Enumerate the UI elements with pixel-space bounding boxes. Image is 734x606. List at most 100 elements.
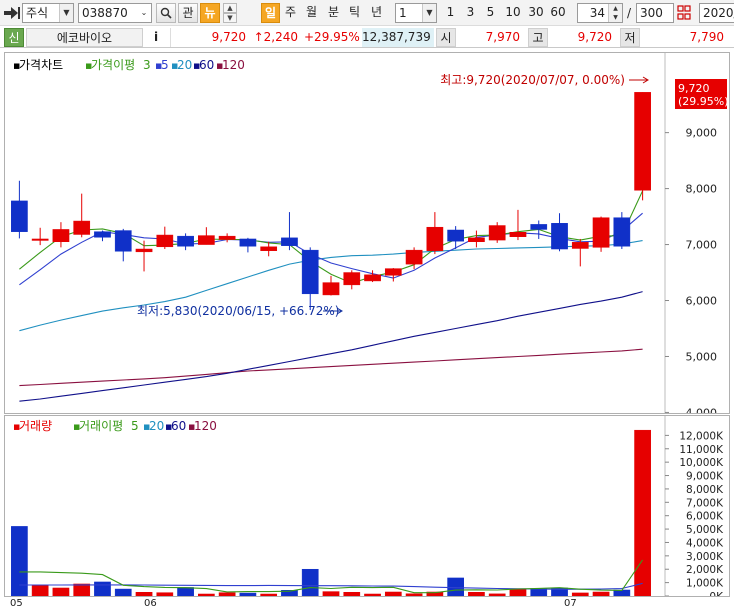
current-price: 9,720 xyxy=(170,28,252,47)
low-annotation: 최저:5,830(2020/06/15, +66.72%) xyxy=(137,304,339,318)
count-spin-icon[interactable]: ▲ ▼ xyxy=(608,4,622,22)
volume-bar xyxy=(364,593,381,597)
high-price: 9,720 xyxy=(577,30,612,44)
volume-bar xyxy=(260,593,278,597)
candle-body xyxy=(135,248,153,253)
display-count-value: 34 xyxy=(589,6,605,20)
volume-tick-label: 6,000K xyxy=(686,511,724,523)
candle-body xyxy=(260,246,278,251)
candle-body xyxy=(551,223,568,250)
open-label: 시 xyxy=(436,28,456,47)
candle-body xyxy=(426,226,444,251)
high-annotation: 최고:9,720(2020/07/07, 0.00%) xyxy=(440,73,625,87)
search-button[interactable] xyxy=(156,3,176,23)
volume-bar xyxy=(177,587,194,597)
price-chart[interactable]: 4,000 5,000 6,000 7,000 8,000 9,000 ▪ 가격차트 ▪ … xyxy=(5,53,729,419)
volume-tick-label: 2,000K xyxy=(686,564,724,576)
period-week[interactable]: 주 xyxy=(281,3,300,23)
volume-bar xyxy=(135,592,153,597)
legend-ma20: 20 xyxy=(177,58,192,72)
interval-30[interactable]: 30 xyxy=(525,3,547,23)
stock-name[interactable]: 에코바이오 xyxy=(26,28,143,47)
candle-body xyxy=(384,268,402,276)
volume-bar xyxy=(156,592,174,597)
display-count-input[interactable]: 34 ▲ ▼ xyxy=(577,3,623,23)
candle-body xyxy=(322,282,340,296)
interval-5[interactable]: 5 xyxy=(482,3,499,23)
volume-bar xyxy=(405,593,423,597)
legend-ma120: 120 xyxy=(222,58,245,72)
volume-vol-ma5-line xyxy=(19,559,644,594)
info-icon[interactable]: i xyxy=(146,28,166,47)
interval-1[interactable]: 1 xyxy=(442,3,459,23)
candle-body xyxy=(31,238,49,241)
current-price-badge: 9,720 (29.95%) xyxy=(675,79,729,109)
stock-code-input[interactable]: 038870 ⌄ xyxy=(78,3,152,23)
candle-body xyxy=(114,230,132,252)
chevron-down-icon[interactable]: ⌄ xyxy=(137,4,151,22)
volume-bar xyxy=(11,526,28,597)
interval-select[interactable]: 1 ▼ xyxy=(395,3,437,23)
volume-bar xyxy=(114,588,132,597)
news-button[interactable]: 뉴 xyxy=(200,3,220,23)
volume-bar xyxy=(384,591,402,597)
period-year[interactable]: 년 xyxy=(367,3,386,23)
period-month[interactable]: 월 xyxy=(302,3,321,23)
scroll-up-icon[interactable]: ▲ xyxy=(223,3,237,13)
legend-vol-ma120: 120 xyxy=(194,419,217,433)
interval-10[interactable]: 10 xyxy=(502,3,524,23)
market-select[interactable]: 주식 ▼ xyxy=(22,3,74,23)
volume-bar xyxy=(571,592,589,597)
legend-volume-ma: 거래이평 xyxy=(79,419,123,433)
chevron-down-icon[interactable]: ▼ xyxy=(59,4,73,22)
price-tick-label: 6,000 xyxy=(686,295,718,308)
chevron-down-icon[interactable]: ▼ xyxy=(422,4,436,22)
open-price: 7,970 xyxy=(485,30,520,44)
period-day[interactable]: 일 xyxy=(261,3,280,23)
interest-button[interactable]: 관 xyxy=(178,3,198,23)
candle-body xyxy=(94,231,111,238)
scroll-down-icon[interactable]: ▼ xyxy=(223,13,237,23)
volume-tick-label: 3,000K xyxy=(686,551,724,563)
price-ma120-line xyxy=(19,348,643,387)
stock-code-value: 038870 xyxy=(82,6,128,20)
interval-60[interactable]: 60 xyxy=(547,3,569,23)
zoom-toggle-icon[interactable] xyxy=(677,5,691,21)
volume-tick-label: 9,000K xyxy=(686,471,724,483)
volume-tick-label: 7,000K xyxy=(686,497,724,509)
x-tick-label: 06 xyxy=(144,598,157,606)
candle-body xyxy=(530,224,548,230)
volume-bar xyxy=(198,593,215,597)
period-tick[interactable]: 틱 xyxy=(345,3,364,23)
period-minute[interactable]: 분 xyxy=(324,3,343,23)
volume-bar xyxy=(239,592,257,597)
low-price: 7,790 xyxy=(689,30,724,44)
volume-chart-pane[interactable]: 0K1,000K 2,000K3,000K 4,000K5,000K6,000K 7,… xyxy=(4,415,730,603)
volume-bar xyxy=(488,593,506,597)
volume-tick-label: 1,000K xyxy=(686,578,724,590)
volume-bar xyxy=(634,429,651,597)
price-change: ↑2,240 xyxy=(253,30,298,44)
candle-body xyxy=(447,229,464,242)
candle-body xyxy=(509,231,527,237)
date-input[interactable]: 2020/ xyxy=(699,3,734,23)
volume-tick-label: 10,000K xyxy=(679,457,724,469)
candle-body xyxy=(177,235,194,247)
volume-legend: ▪ 거래량 ▪ 거래이평 5 ▪ 20 ▪ 60 ▪ 120 xyxy=(13,419,217,433)
total-count-input[interactable]: 300 xyxy=(636,3,674,23)
candle-body xyxy=(613,217,631,247)
candle-body xyxy=(571,242,589,249)
volume-bar xyxy=(218,592,236,597)
change-percent: +29.95% xyxy=(304,30,360,44)
interval-3[interactable]: 3 xyxy=(462,3,479,23)
low-label: 저 xyxy=(620,28,640,47)
volume-chart[interactable]: 0K1,000K 2,000K3,000K 4,000K5,000K6,000K 7,… xyxy=(5,416,729,603)
candle-body xyxy=(634,92,651,191)
login-arrow-icon[interactable] xyxy=(4,6,20,20)
price-chart-pane[interactable]: 4,000 5,000 6,000 7,000 8,000 9,000 ▪ 가격차트 ▪ … xyxy=(4,52,730,419)
volume-bar xyxy=(52,587,70,597)
candle-body xyxy=(156,234,174,248)
legend-ma60: 60 xyxy=(199,58,214,72)
x-tick-label: 07 xyxy=(564,598,577,606)
candle-body xyxy=(468,237,485,243)
